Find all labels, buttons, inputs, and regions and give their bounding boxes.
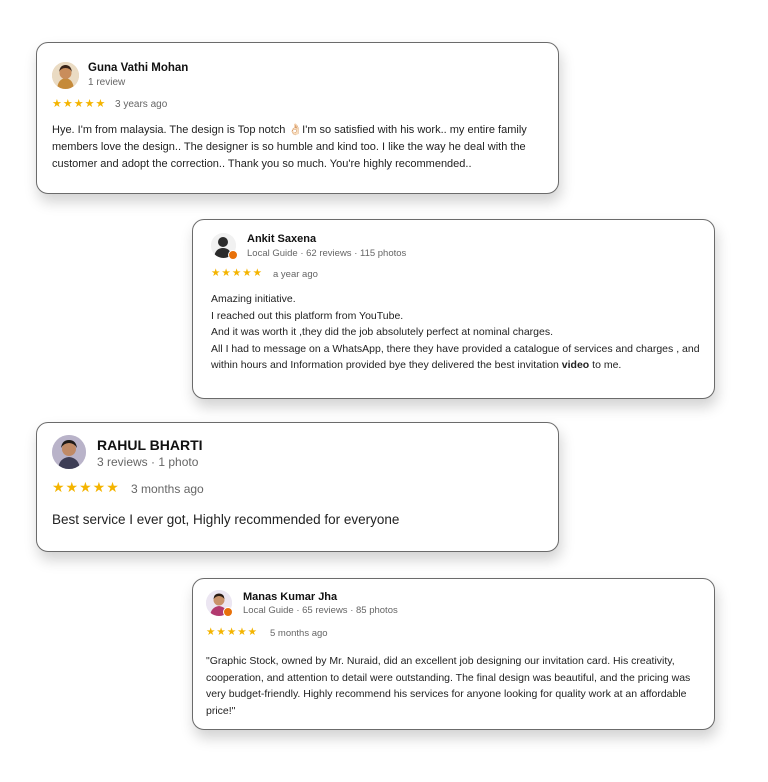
review-card-ankit: Ankit Saxena Local Guide · 62 reviews · … — [192, 219, 715, 399]
reviewer-name[interactable]: Manas Kumar Jha — [243, 591, 337, 603]
reviewer-meta: 1 review — [88, 77, 126, 88]
review-card-rahul: RAHUL BHARTI 3 reviews · 1 photo ★★★★★ 3… — [36, 422, 559, 552]
reviewer-name[interactable]: RAHUL BHARTI — [97, 437, 203, 453]
review-date: 5 months ago — [270, 628, 328, 639]
star-rating: ★★★★★ — [206, 626, 259, 638]
review-line-text: All I had to message on a WhatsApp, ther… — [211, 342, 700, 372]
star-rating: ★★★★★ — [52, 98, 107, 110]
review-text: Hye. I'm from malaysia. The design is To… — [52, 124, 527, 170]
review-text: Amazing initiative. I reached out this p… — [211, 291, 701, 374]
reviewer-name[interactable]: Ankit Saxena — [247, 233, 316, 245]
star-rating: ★★★★★ — [211, 267, 264, 279]
review-line: And it was worth it ,they did the job ab… — [211, 326, 554, 338]
review-card-manas: Manas Kumar Jha Local Guide · 65 reviews… — [192, 578, 715, 730]
review-line-tail: to me. — [589, 359, 622, 371]
star-rating: ★★★★★ — [52, 479, 120, 495]
review-text: Best service I ever got, Highly recommen… — [52, 512, 400, 527]
review-line: All I had to message on a WhatsApp, ther… — [211, 341, 701, 374]
reviewer-name[interactable]: Guna Vathi Mohan — [88, 62, 188, 74]
avatar[interactable] — [52, 435, 86, 469]
review-date: 3 years ago — [115, 99, 168, 110]
review-card-guna: Guna Vathi Mohan 1 review ★★★★★ 3 years … — [36, 42, 559, 194]
review-date: 3 months ago — [131, 482, 204, 496]
reviewer-meta: 3 reviews · 1 photo — [97, 455, 199, 469]
bold-word: video — [561, 359, 590, 371]
local-guide-badge-icon — [228, 250, 238, 260]
review-text: "Graphic Stock, owned by Mr. Nuraid, did… — [206, 655, 691, 717]
reviewer-meta: Local Guide · 62 reviews · 115 photos — [247, 248, 407, 259]
reviewer-meta: Local Guide · 65 reviews · 85 photos — [243, 605, 398, 616]
review-line: I reached out this platform from YouTube… — [211, 309, 404, 322]
avatar[interactable] — [52, 62, 79, 89]
local-guide-badge-icon — [223, 607, 233, 617]
review-line: Amazing initiative. — [211, 293, 296, 305]
review-date: a year ago — [273, 269, 318, 280]
